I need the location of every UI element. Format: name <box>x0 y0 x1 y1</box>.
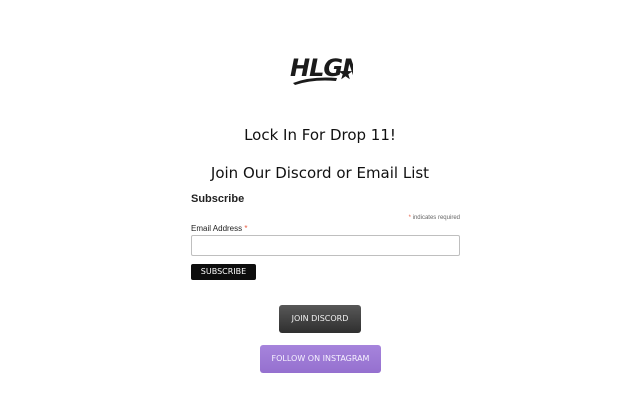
follow-instagram-button[interactable]: FOLLOW ON INSTAGRAM <box>260 345 381 373</box>
brand-logo: HLGN <box>289 52 353 88</box>
subscribe-form: Subscribe * indicates required Email Add… <box>191 193 460 280</box>
required-note: * indicates required <box>191 215 460 221</box>
required-asterisk: * <box>408 215 411 221</box>
logo-graphic: HLGN <box>290 54 353 85</box>
email-label: Email Address * <box>191 224 460 233</box>
email-label-text: Email Address <box>191 224 243 233</box>
drop-heading: Lock In For Drop 11! <box>244 126 396 144</box>
join-discord-button[interactable]: JOIN DISCORD <box>279 305 361 333</box>
join-heading: Join Our Discord or Email List <box>210 164 430 182</box>
email-required-asterisk: * <box>244 224 248 233</box>
required-note-text: indicates required <box>412 215 460 221</box>
subscribe-button[interactable]: SUBSCRIBE <box>191 264 256 280</box>
email-field[interactable] <box>191 235 460 256</box>
landing-page: HLGN Lock In For Drop 11! Join Our Disco… <box>0 0 640 400</box>
form-title: Subscribe <box>191 193 245 205</box>
